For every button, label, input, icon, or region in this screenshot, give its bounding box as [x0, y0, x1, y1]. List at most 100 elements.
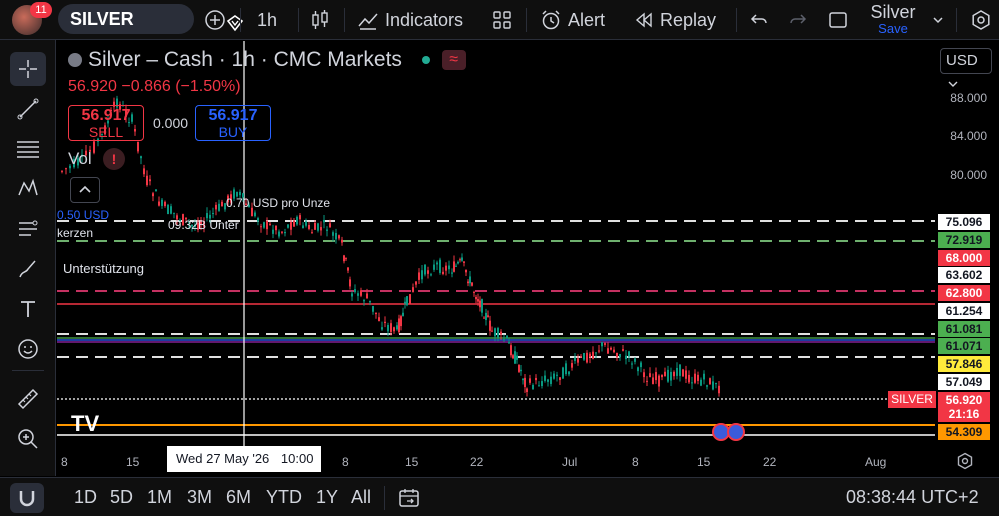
plus-circle-icon — [205, 10, 225, 30]
candle-body — [212, 213, 214, 215]
candle-body — [516, 355, 518, 360]
candle-body — [173, 212, 175, 214]
range-all[interactable]: All — [351, 487, 371, 508]
redo-button[interactable] — [789, 0, 807, 40]
candle-body — [485, 312, 487, 321]
brush-tool[interactable] — [10, 252, 46, 286]
diamond-icon — [226, 15, 244, 32]
range-1y[interactable]: 1Y — [316, 487, 338, 508]
add-symbol-button[interactable] — [204, 0, 226, 40]
candle-body — [547, 379, 549, 382]
pattern-tool[interactable] — [10, 172, 46, 206]
crosshair-tool[interactable] — [10, 52, 46, 86]
range-ytd[interactable]: YTD — [266, 487, 302, 508]
candle-body — [381, 327, 383, 330]
layout-menu-button[interactable] — [932, 0, 944, 40]
candle-body — [369, 300, 371, 303]
candle-body — [93, 141, 95, 153]
price-tag: 75.096 — [938, 214, 990, 230]
indicators-button[interactable]: Indicators — [357, 0, 463, 40]
time-tick: Aug — [865, 455, 887, 469]
annotation-text[interactable]: 0.50 USD — [57, 208, 109, 222]
candle-body — [366, 293, 368, 299]
layout-save-button[interactable]: Silver Save — [866, 2, 920, 36]
candle-body — [679, 364, 681, 376]
candle-body — [610, 347, 612, 350]
candle-body — [409, 294, 411, 304]
date-range-button[interactable] — [398, 487, 420, 514]
time-tick: 22 — [763, 455, 777, 469]
candle-body — [477, 299, 479, 302]
price-tag: 61.081 — [938, 321, 990, 337]
axis-settings-button[interactable] — [956, 452, 974, 475]
fib-tool[interactable] — [10, 132, 46, 166]
range-1m[interactable]: 1M — [147, 487, 172, 508]
range-6m[interactable]: 6M — [226, 487, 251, 508]
candle-body — [508, 341, 510, 344]
candle-body — [637, 367, 639, 372]
price-tag: 63.602 — [938, 267, 990, 283]
emoji-tool[interactable] — [10, 332, 46, 366]
top-toolbar: 11 SILVER 1h Indicators Alert Replay Sil… — [0, 0, 999, 40]
candle-body — [275, 225, 277, 231]
ruler-tool[interactable] — [10, 382, 46, 416]
interval-button[interactable]: 1h — [257, 0, 277, 40]
time-tick: 8 — [632, 455, 639, 469]
candle-body — [479, 300, 481, 308]
candle-body — [287, 224, 289, 228]
volume-legend[interactable]: Vol — [68, 149, 92, 169]
range-1d[interactable]: 1D — [74, 487, 97, 508]
candle-body — [299, 215, 301, 220]
wave-icon: ≈ — [441, 50, 466, 71]
annotation-text[interactable]: 0.70 USD pro Unze — [226, 196, 330, 210]
magnet-button[interactable] — [10, 483, 44, 513]
trendline-tool[interactable] — [10, 92, 46, 126]
templates-button[interactable] — [492, 0, 512, 40]
annotation-text[interactable]: kerzen — [57, 226, 93, 240]
candle-body — [421, 270, 423, 280]
annotation-text[interactable]: 09.32B Unter — [168, 218, 239, 232]
undo-button[interactable] — [750, 0, 768, 40]
crosshair-date-label: Wed 27 May '26 10:00 — [167, 446, 321, 472]
chart-type-button[interactable] — [310, 0, 330, 40]
indicators-icon — [358, 13, 378, 30]
price-tag: 57.846 — [938, 356, 990, 372]
candle-body — [491, 330, 493, 332]
candle-body — [341, 239, 343, 243]
range-3m[interactable]: 3M — [187, 487, 212, 508]
collapse-legend-button[interactable] — [70, 177, 100, 203]
sell-button[interactable]: 56.917 SELL — [68, 105, 144, 141]
candle-body — [598, 350, 600, 352]
forecast-icon — [19, 220, 38, 236]
sell-price: 56.917 — [81, 107, 131, 124]
price-tick: 88.000 — [950, 91, 987, 105]
candle-body — [335, 233, 337, 240]
market-open-dot-icon — [421, 56, 430, 65]
candle-body — [703, 373, 705, 380]
replay-label: Replay — [660, 9, 717, 30]
text-tool[interactable] — [10, 292, 46, 326]
range-5d[interactable]: 5D — [110, 487, 133, 508]
candle-body — [658, 375, 660, 387]
volume-warning-icon[interactable]: ! — [103, 148, 125, 170]
forecast-tool[interactable] — [10, 212, 46, 246]
candle-body — [453, 261, 455, 272]
candle-body — [634, 358, 636, 362]
replay-button[interactable]: Replay — [634, 0, 716, 40]
buy-button[interactable]: 56.917 BUY — [195, 105, 271, 141]
zoom-tool[interactable] — [10, 422, 46, 456]
time-tick: 15 — [405, 455, 419, 469]
settings-button[interactable] — [970, 0, 992, 40]
symbol-legend[interactable]: Silver – Cash · 1h · CMC Markets ≈ — [68, 48, 466, 72]
candle-body — [415, 281, 417, 285]
rewind-icon — [635, 12, 652, 28]
fullscreen-button[interactable] — [828, 0, 848, 40]
candle-body — [272, 229, 274, 234]
alert-button[interactable]: Alert — [540, 0, 605, 40]
candle-body — [463, 261, 465, 263]
annotation-text[interactable]: Unterstützung — [63, 261, 144, 276]
candle-body — [697, 374, 699, 381]
price-tag: 62.800 — [938, 285, 990, 301]
clock-timezone[interactable]: 08:38:44 UTC+2 — [846, 487, 979, 508]
symbol-search-button[interactable]: SILVER — [58, 4, 244, 34]
